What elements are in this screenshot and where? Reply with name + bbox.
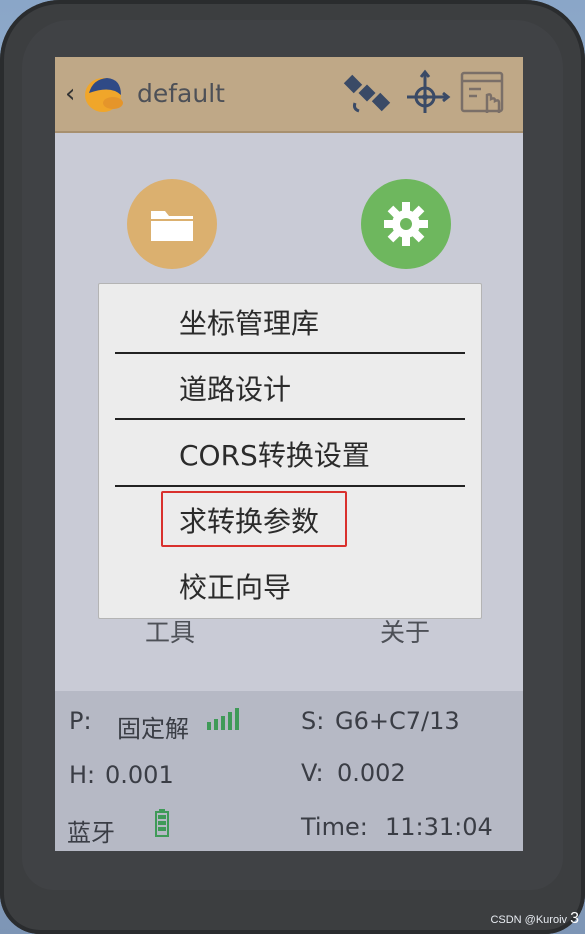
settings-button[interactable] [361,179,451,269]
menu-item-compute-params[interactable]: 求转换参数 [179,500,319,540]
app-bar: ‹ default [55,57,523,133]
menu-item-road-design[interactable]: 道路设计 [179,368,291,408]
project-title: default [137,79,225,108]
solution-status: 固定解 [117,715,189,743]
p-label: P: [69,707,92,735]
satellite-count: G6+C7/13 [335,707,460,735]
s-label: S: [301,707,325,735]
menu-item-cors-settings[interactable]: CORS转换设置 [179,434,370,474]
time-label: Time: [301,813,368,841]
h-precision: 0.001 [105,761,174,789]
user-avatar-icon[interactable] [81,73,127,115]
menu-item-calibration-wizard[interactable]: 校正向导 [179,566,291,606]
menu-divider [115,485,465,487]
folder-icon [151,211,193,241]
crosshair-icon[interactable] [403,69,451,117]
v-label: V: [301,759,324,787]
device-window-icon[interactable] [459,69,507,117]
menu-divider [115,418,465,420]
gear-icon [384,202,428,246]
time-value: 11:31:04 [385,813,493,841]
menu-divider [115,352,465,354]
signal-strength-icon [207,708,239,730]
satellite-icon[interactable] [343,69,391,117]
back-chevron-icon[interactable]: ‹ [65,79,75,109]
project-folder-button[interactable] [127,179,217,269]
connection-type: 蓝牙 [67,819,115,847]
h-label: H: [69,761,96,789]
menu-item-coordinate-library[interactable]: 坐标管理库 [179,302,319,342]
app-screen: ‹ default 工具 关于 坐标管理库 道路设计 CORS转换设置 求转换参… [55,57,523,851]
battery-icon [155,809,169,837]
dropdown-menu: 坐标管理库 道路设计 CORS转换设置 求转换参数 校正向导 [98,283,482,619]
v-precision: 0.002 [337,759,406,787]
status-panel: P: 固定解 S: G6+C7/13 H: 0.001 V: 0.002 蓝牙 … [55,691,523,851]
watermark: CSDN @Kuroiv 3 [490,910,579,927]
